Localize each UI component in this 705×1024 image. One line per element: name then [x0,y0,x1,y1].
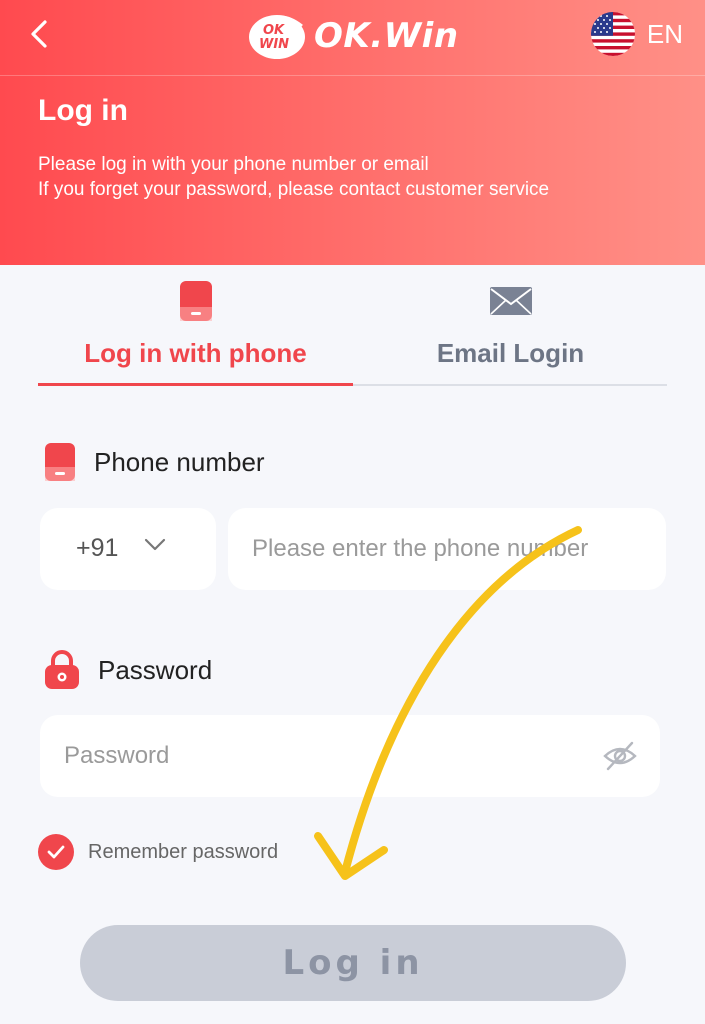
tab-phone-login[interactable]: Log in with phone [38,278,353,386]
svg-text:WIN: WIN [259,37,289,52]
checkbox-checked-icon [38,834,74,870]
intro-line-1: Please log in with your phone number or … [38,154,429,175]
password-field-label: Password [44,650,212,690]
password-input-box [40,715,660,797]
logo-badge-icon: OK WIN [249,15,305,59]
envelope-icon [489,287,532,315]
phone-input[interactable] [252,508,652,590]
intro-line-2: If you forget your password, please cont… [38,179,550,200]
password-label-text: Password [98,654,213,685]
eye-off-icon[interactable] [602,739,638,773]
active-tab-indicator [38,383,353,386]
chevron-left-icon [31,20,47,48]
tab-email-label: Email Login [436,338,585,368]
language-selector[interactable]: EN [590,12,683,56]
phone-icon [45,443,75,481]
password-input[interactable] [64,715,584,797]
top-bar: OK WIN OK.Win EN [0,0,705,76]
us-flag-icon [590,12,635,56]
intro-text: Please log in with your phone number or … [38,152,549,202]
remember-password-toggle[interactable]: Remember password [38,834,278,870]
chevron-down-icon [144,538,166,551]
lock-icon [45,650,79,689]
phone-label-text: Phone number [94,446,265,477]
svg-text:OK: OK [263,23,285,38]
remember-password-label: Remember password [88,840,279,863]
tab-phone-label: Log in with phone [84,338,307,368]
language-label: EN [646,18,683,49]
country-code-select[interactable]: +91 [40,508,216,590]
header-banner: OK WIN OK.Win EN Log in Please log in wi… [0,0,705,265]
phone-field-label: Phone number [44,442,265,482]
country-code-value: +91 [76,534,119,562]
phone-icon [179,281,212,321]
tab-email-login[interactable]: Email Login [353,278,668,386]
login-method-tabs: Log in with phone Email Login [38,278,667,388]
phone-input-box [228,508,666,590]
logo-text: OK.Win [314,16,459,56]
login-button[interactable]: Log in [80,925,626,1001]
back-button[interactable] [22,14,58,54]
brand-logo: OK WIN OK.Win [246,8,459,64]
page-title: Log in [38,94,128,127]
